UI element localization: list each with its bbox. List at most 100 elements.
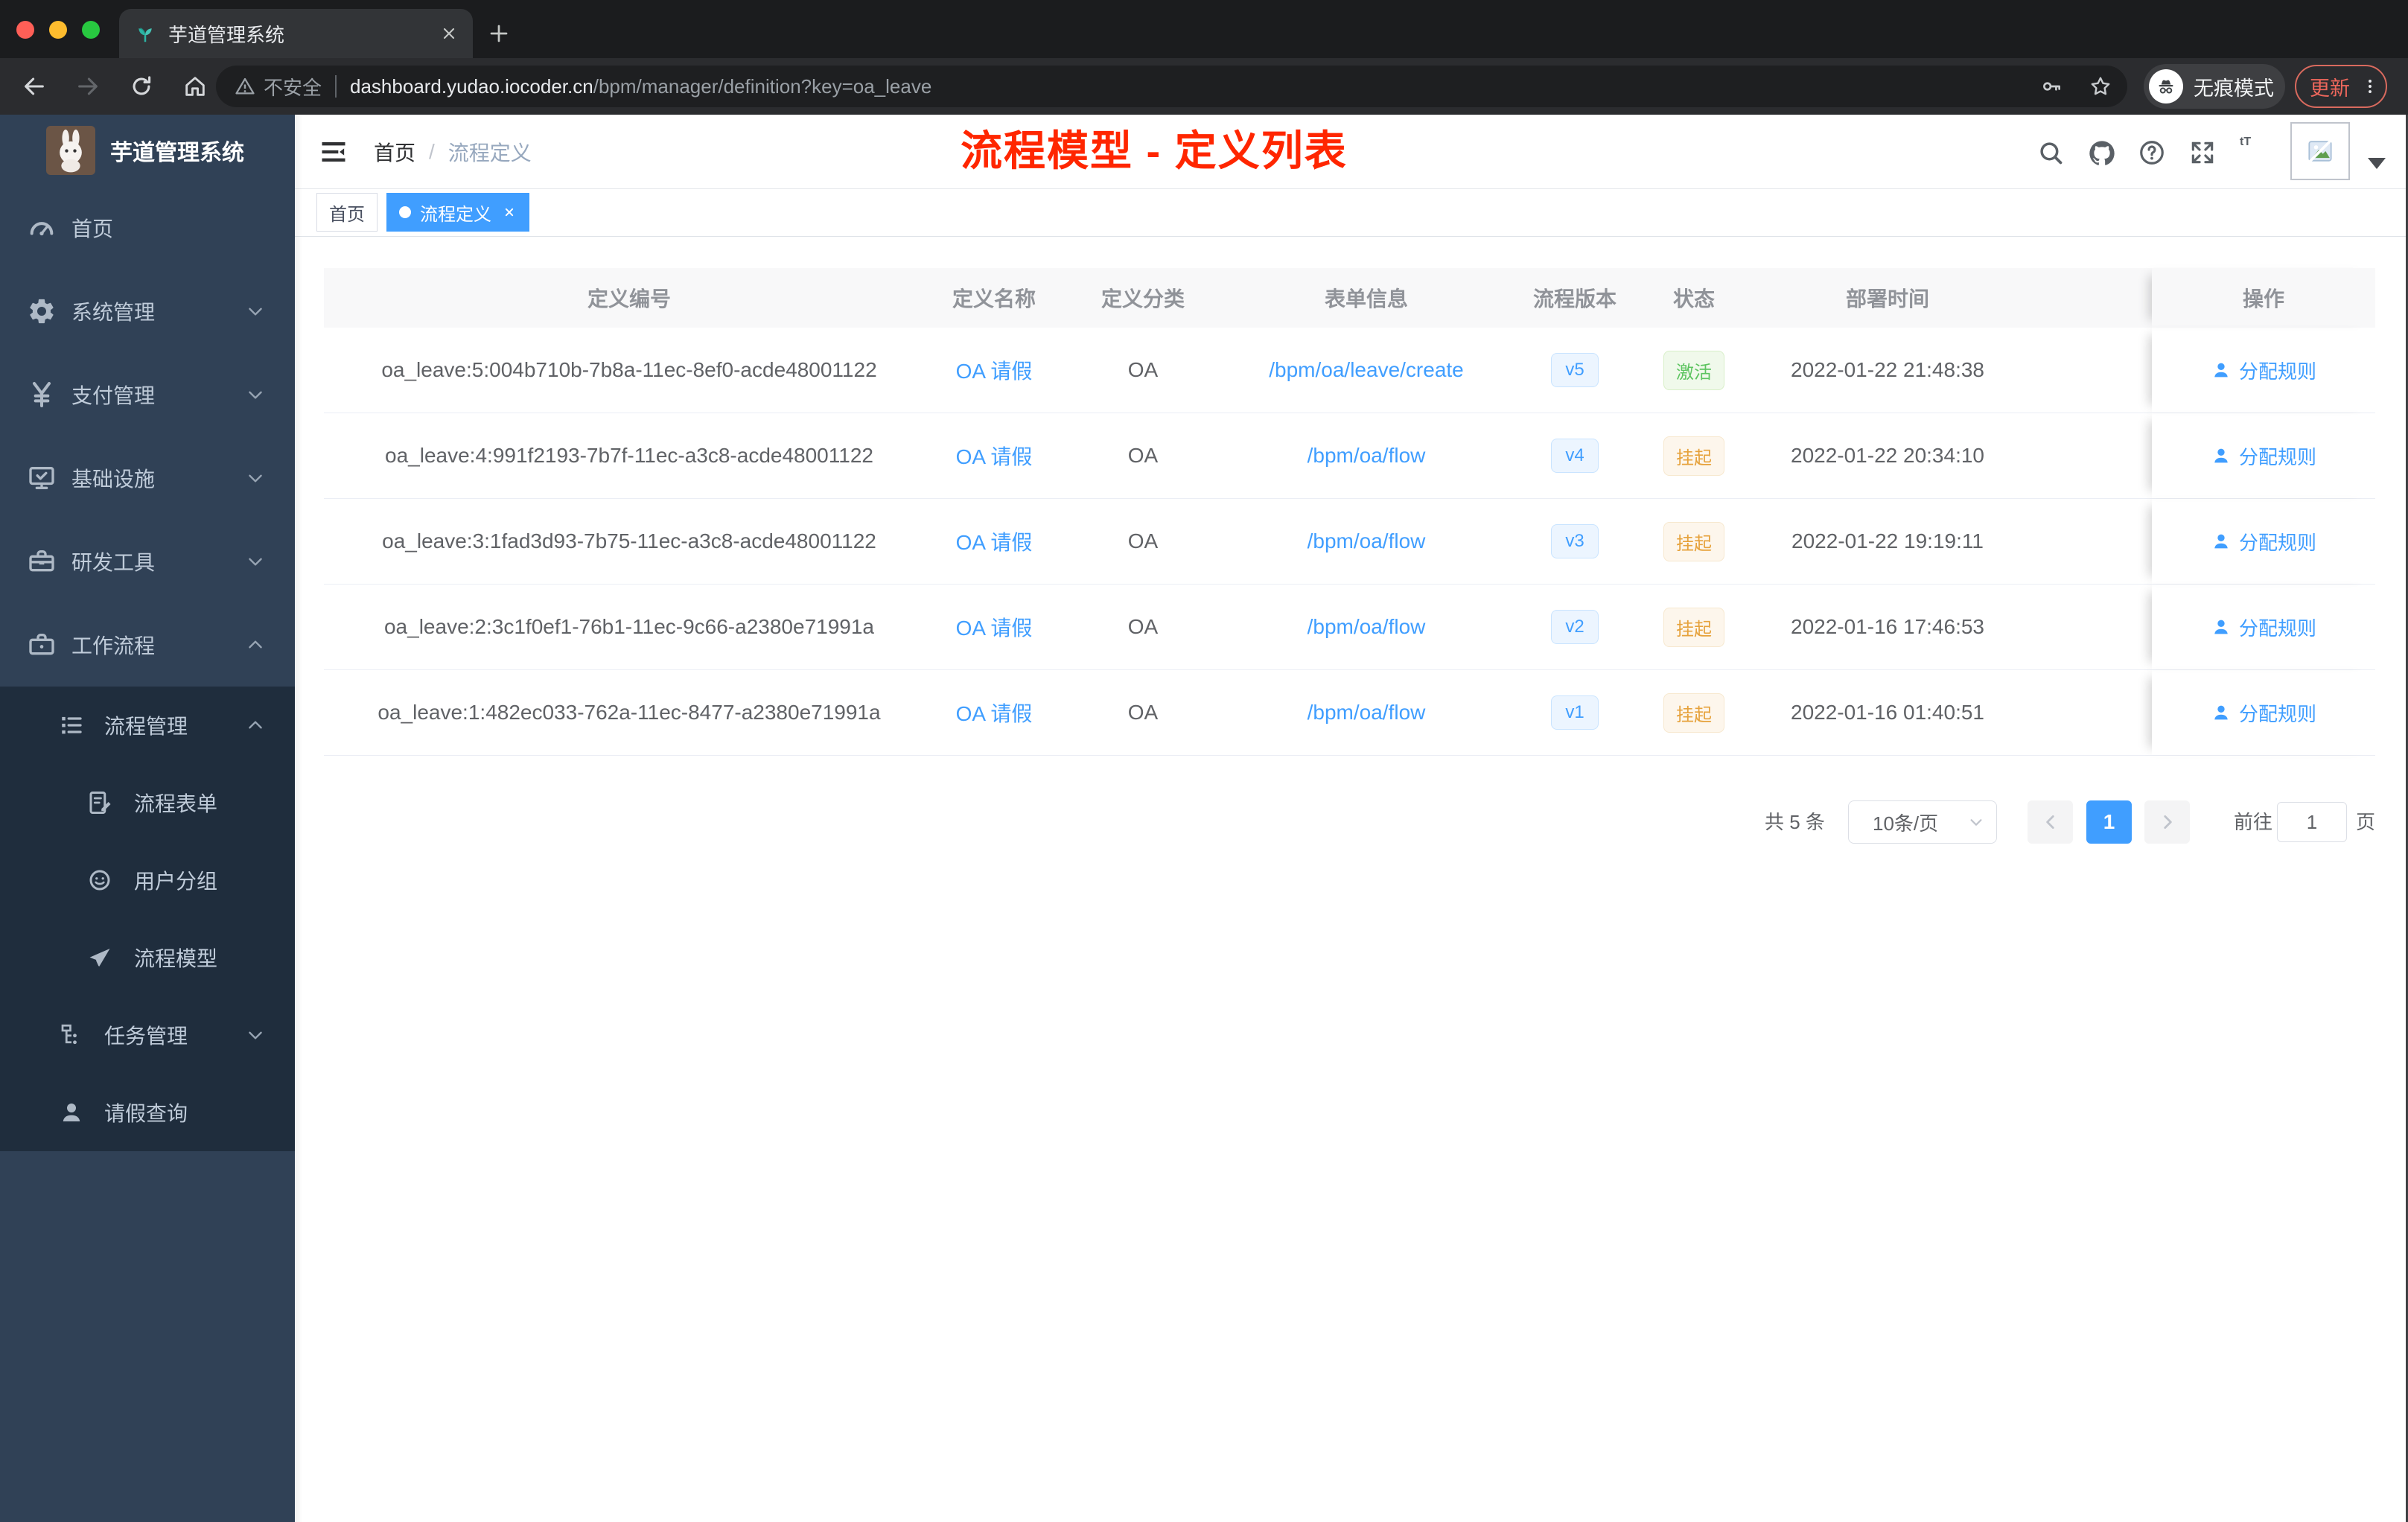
next-page-button[interactable] <box>2144 800 2190 844</box>
font-size-icon[interactable]: tT <box>2240 136 2251 149</box>
definition-name-link[interactable]: OA 请假 <box>956 441 1033 471</box>
page-size-select[interactable]: 10条/页 <box>1848 800 1997 844</box>
browser-tab[interactable]: 芋道管理系统 <box>119 9 473 58</box>
column-header-definition-name: 定义名称 <box>952 287 1036 311</box>
address-bar[interactable]: 不安全 dashboard.yudao.iocoder.cn/bpm/manag… <box>216 66 2127 107</box>
tags-view: 首页 流程定义 <box>295 189 2408 237</box>
column-header-definition-id: 定义编号 <box>587 287 671 311</box>
breadcrumb-home[interactable]: 首页 <box>374 137 415 167</box>
sidebar-item-user-group[interactable]: 用户分组 <box>0 841 295 919</box>
security-warning-icon[interactable] <box>234 75 256 98</box>
reload-button[interactable] <box>129 74 154 99</box>
chevron-down-icon <box>246 1025 265 1045</box>
forward-button[interactable] <box>75 74 101 99</box>
security-label[interactable]: 不安全 <box>264 73 322 101</box>
assign-rule-button[interactable]: 分配规则 <box>2211 614 2316 641</box>
window-close-button[interactable] <box>16 21 34 39</box>
omnibox-divider <box>335 75 337 98</box>
window-zoom-button[interactable] <box>82 21 100 39</box>
sidebar-item-payment[interactable]: 支付管理 <box>0 353 295 436</box>
cell-category: OA <box>1127 358 1159 381</box>
form-link[interactable]: /bpm/oa/flow <box>1307 701 1426 725</box>
sidebar-item-process-model[interactable]: 流程模型 <box>0 919 295 996</box>
help-icon[interactable] <box>2138 138 2166 167</box>
browser-menu-dots-icon[interactable] <box>2360 77 2380 96</box>
cell-category: OA <box>1127 444 1159 467</box>
sidebar-item-task-management[interactable]: 任务管理 <box>0 996 295 1074</box>
sidebar-item-system[interactable]: 系统管理 <box>0 270 295 353</box>
sidebar-item-workflow[interactable]: 工作流程 <box>0 603 295 687</box>
assign-rule-button[interactable]: 分配规则 <box>2211 528 2316 555</box>
sidebar-toggle-icon[interactable] <box>319 137 348 167</box>
status-badge: 挂起 <box>1663 692 1724 733</box>
sidebar-logo[interactable]: 芋道管理系统 <box>0 115 295 186</box>
tab-close-icon[interactable] <box>440 25 458 42</box>
briefcase-icon <box>27 630 57 660</box>
bookmark-star-icon[interactable] <box>2089 74 2112 98</box>
breadcrumb: 首页 / 流程定义 <box>374 115 532 189</box>
tag-home[interactable]: 首页 <box>316 193 378 232</box>
navbar: 首页 / 流程定义 流程模型 - 定义列表 tT <box>295 115 2408 189</box>
definition-name-link[interactable]: OA 请假 <box>956 526 1033 556</box>
prev-page-button[interactable] <box>2028 800 2073 844</box>
workflow-submenu: 流程管理 流程表单 用户分组 流程模型 任务管理 请假查询 <box>0 687 295 1151</box>
password-key-icon[interactable] <box>2039 74 2063 98</box>
incognito-badge: 无痕模式 <box>2144 64 2285 109</box>
monitor-icon <box>27 463 57 493</box>
definition-name-link[interactable]: OA 请假 <box>956 612 1033 642</box>
tag-process-definition[interactable]: 流程定义 <box>386 193 529 232</box>
sidebar-item-dev-tools[interactable]: 研发工具 <box>0 520 295 603</box>
todo-list-icon <box>58 712 85 739</box>
form-edit-icon <box>86 789 113 816</box>
assign-rule-button[interactable]: 分配规则 <box>2211 699 2316 727</box>
chevron-down-icon <box>246 302 265 321</box>
paper-plane-icon <box>86 944 113 971</box>
version-badge: v3 <box>1551 524 1599 558</box>
cell-deploy-time: 2022-01-22 20:34:10 <box>1791 444 1984 467</box>
assign-rule-button[interactable]: 分配规则 <box>2211 442 2316 470</box>
window-minimize-button[interactable] <box>49 21 67 39</box>
home-button[interactable] <box>182 74 208 99</box>
table-row: oa_leave:3:1fad3d93-7b75-11ec-a3c8-acde4… <box>324 499 2375 585</box>
search-icon[interactable] <box>2036 138 2065 167</box>
new-tab-button[interactable] <box>488 22 510 45</box>
fullscreen-icon[interactable] <box>2188 138 2217 167</box>
user-icon <box>2214 705 2228 720</box>
tab-strip: 芋道管理系统 <box>0 0 2408 58</box>
cell-definition-id: oa_leave:4:991f2193-7b7f-11ec-a3c8-acde4… <box>385 444 873 467</box>
tag-close-icon[interactable] <box>502 205 517 220</box>
version-badge: v2 <box>1551 610 1599 644</box>
github-icon[interactable] <box>2087 138 2115 167</box>
url-text[interactable]: dashboard.yudao.iocoder.cn/bpm/manager/d… <box>350 75 931 98</box>
sidebar-item-leave-query[interactable]: 请假查询 <box>0 1074 295 1151</box>
goto-page-input[interactable] <box>2277 802 2347 842</box>
browser-update-button[interactable]: 更新 <box>2295 65 2387 108</box>
status-badge: 激活 <box>1663 350 1724 390</box>
form-link[interactable]: /bpm/oa/flow <box>1307 529 1426 553</box>
user-icon <box>2214 448 2228 463</box>
column-header-filler <box>2036 268 2152 328</box>
definition-name-link[interactable]: OA 请假 <box>956 355 1033 385</box>
url-host: dashboard.yudao.iocoder.cn <box>350 74 593 98</box>
status-badge: 挂起 <box>1663 436 1724 476</box>
sidebar-item-process-form[interactable]: 流程表单 <box>0 764 295 841</box>
caret-down-icon[interactable] <box>2368 158 2386 169</box>
incognito-icon <box>2149 69 2183 104</box>
assign-rule-button[interactable]: 分配规则 <box>2211 357 2316 384</box>
form-link[interactable]: /bpm/oa/flow <box>1307 615 1426 639</box>
version-badge: v4 <box>1551 439 1599 473</box>
column-header-process-version: 流程版本 <box>1532 287 1617 311</box>
form-link[interactable]: /bpm/oa/flow <box>1307 444 1426 468</box>
form-link[interactable]: /bpm/oa/leave/create <box>1269 358 1464 382</box>
sidebar-item-process-management[interactable]: 流程管理 <box>0 687 295 764</box>
definition-name-link[interactable]: OA 请假 <box>956 698 1033 727</box>
active-tag-dot <box>399 206 411 218</box>
current-page-button[interactable]: 1 <box>2086 800 2132 844</box>
avatar[interactable] <box>2290 122 2350 180</box>
sidebar-item-infrastructure[interactable]: 基础设施 <box>0 436 295 520</box>
sidebar: 芋道管理系统 首页 系统管理 支付管理 基础设施 研发工具 工作流程 流程管理 … <box>0 115 295 1522</box>
back-button[interactable] <box>22 74 47 99</box>
cell-deploy-time: 2022-01-16 01:40:51 <box>1791 701 1984 724</box>
yen-icon <box>27 380 57 410</box>
sidebar-item-home[interactable]: 首页 <box>0 186 295 270</box>
